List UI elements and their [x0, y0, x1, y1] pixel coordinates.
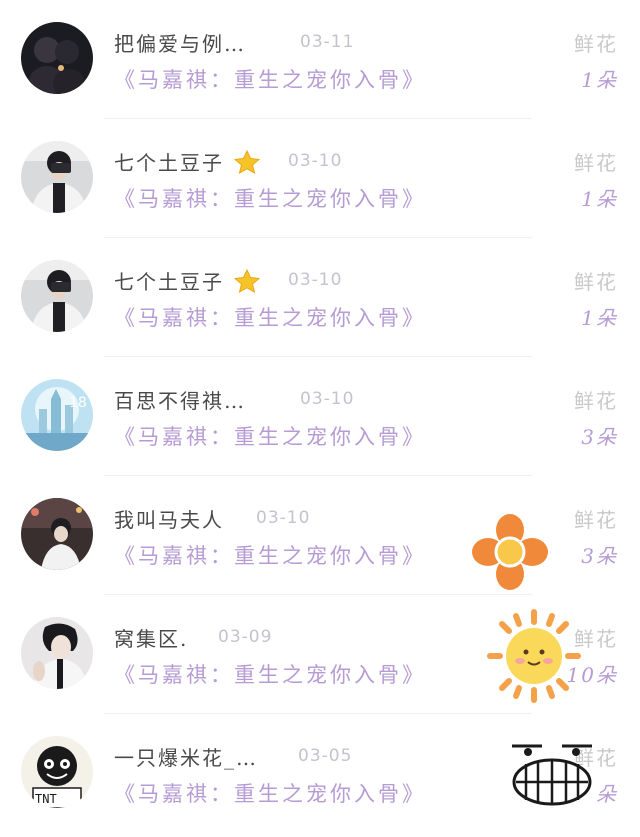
user-name-text: 七个土豆子: [114, 151, 224, 175]
list-item[interactable]: 七个土豆子 03-10 《马嘉祺：重生之宠你入骨》 鲜花 1朵: [0, 119, 640, 238]
svg-text:TNT: TNT: [35, 792, 57, 806]
gift-date: 03-10: [288, 151, 343, 171]
sun-icon: [487, 609, 581, 703]
gift-date: 03-10: [300, 389, 355, 409]
book-title[interactable]: 《马嘉祺：重生之宠你入骨》: [114, 421, 426, 451]
user-name[interactable]: 把偏爱与例…: [114, 28, 246, 57]
avatar[interactable]: [21, 498, 93, 570]
sun-sticker: [484, 606, 584, 706]
gift-date: 03-10: [288, 270, 343, 290]
list-item[interactable]: 七个土豆子 03-10 《马嘉祺：重生之宠你入骨》 鲜花 1朵: [0, 238, 640, 357]
gift-type: 鲜花: [574, 151, 618, 175]
user-name[interactable]: 七个土豆子: [114, 266, 261, 298]
user-name[interactable]: 一只爆米花_…: [114, 742, 258, 771]
gift-type: 鲜花: [574, 389, 618, 413]
mirror-selfie-avatar-icon: [21, 260, 93, 332]
book-title[interactable]: 《马嘉祺：重生之宠你入骨》: [114, 778, 426, 808]
flower-icon: [472, 514, 548, 590]
avatar[interactable]: [21, 260, 93, 332]
book-title[interactable]: 《马嘉祺：重生之宠你入骨》: [114, 302, 426, 332]
star-icon: [234, 268, 261, 298]
gift-count: 3朵: [581, 425, 618, 449]
orange-flower-sticker: [470, 512, 550, 592]
user-name[interactable]: 七个土豆子: [114, 147, 261, 179]
book-title[interactable]: 《马嘉祺：重生之宠你入骨》: [114, 64, 426, 94]
book-title[interactable]: 《马嘉祺：重生之宠你入骨》: [114, 183, 426, 213]
street-photo-avatar-icon: [21, 498, 93, 570]
star-icon: [234, 149, 261, 179]
gift-date: 03-05: [298, 746, 353, 766]
grin-face-icon: [512, 744, 592, 806]
user-name[interactable]: 百思不得祺…: [114, 385, 246, 414]
user-name[interactable]: 窝集区.: [114, 623, 188, 652]
gift-count: 3朵: [581, 544, 618, 568]
avatar[interactable]: [21, 22, 93, 94]
flower-gift-list: 把偏爱与例… 03-11 《马嘉祺：重生之宠你入骨》 鲜花 1朵 七个土豆子 0…: [0, 0, 640, 833]
list-item[interactable]: 18 百思不得祺… 03-10 《马嘉祺：重生之宠你入骨》 鲜花 3朵: [0, 357, 640, 476]
blue-castle-avatar-icon: 18: [21, 379, 93, 451]
gift-date: 03-11: [300, 32, 355, 52]
avatar[interactable]: 18: [21, 379, 93, 451]
svg-text:18: 18: [69, 395, 87, 411]
cartoon-tnt-avatar-icon: TNT: [21, 736, 93, 808]
gift-count: 1朵: [581, 306, 618, 330]
avatar[interactable]: [21, 617, 93, 689]
user-name-text: 七个土豆子: [114, 270, 224, 294]
book-title[interactable]: 《马嘉祺：重生之宠你入骨》: [114, 659, 426, 689]
gift-type: 鲜花: [574, 508, 618, 532]
gift-count: 1朵: [581, 187, 618, 211]
gift-type: 鲜花: [574, 32, 618, 56]
couple-photo-avatar-icon: [21, 22, 93, 94]
mirror-selfie-avatar-icon: [21, 141, 93, 213]
avatar[interactable]: TNT: [21, 736, 93, 808]
gift-date: 03-10: [256, 508, 311, 528]
grin-face-sticker: [504, 738, 600, 808]
gift-type: 鲜花: [574, 270, 618, 294]
gift-count: 1朵: [581, 68, 618, 92]
list-item[interactable]: 把偏爱与例… 03-11 《马嘉祺：重生之宠你入骨》 鲜花 1朵: [0, 0, 640, 119]
user-name[interactable]: 我叫马夫人: [114, 504, 224, 533]
gift-date: 03-09: [218, 627, 273, 647]
avatar[interactable]: [21, 141, 93, 213]
book-title[interactable]: 《马嘉祺：重生之宠你入骨》: [114, 540, 426, 570]
dark-hair-portrait-avatar-icon: [21, 617, 93, 689]
